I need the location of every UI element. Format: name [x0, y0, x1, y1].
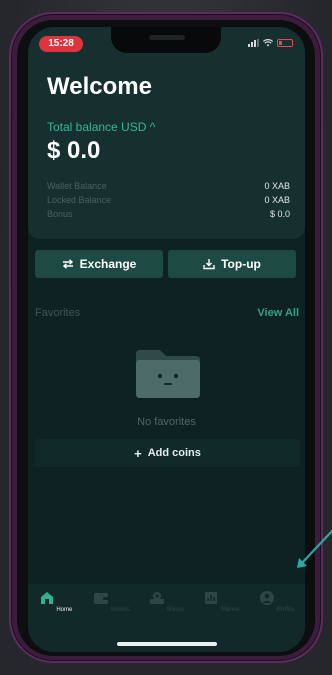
pointer-arrow-icon — [297, 529, 332, 568]
app-screen: Welcome Total balance USD ^ $ 0.0 Wallet… — [28, 27, 305, 652]
empty-folder-icon — [136, 350, 200, 398]
exchange-label: Exchange — [79, 257, 137, 271]
topup-button[interactable]: Top-up — [168, 250, 296, 278]
battery-icon — [277, 39, 293, 47]
add-coins-button[interactable]: + Add coins — [35, 439, 300, 467]
balance-label: Wallet Balance — [47, 181, 107, 191]
bonus-balance-row: Bonus $ 0.0 — [47, 209, 290, 219]
view-all-link[interactable]: View All — [257, 307, 299, 319]
balance-value: 0 XAB — [264, 181, 290, 191]
exchange-icon — [62, 259, 73, 269]
empty-favorites-text: No favorites — [137, 416, 196, 428]
tab-label: Market — [221, 607, 240, 613]
add-coins-label: Add coins — [147, 447, 201, 459]
status-icons — [248, 39, 293, 47]
balance-value: 0 XAB — [264, 195, 290, 205]
plus-icon: + — [134, 445, 142, 461]
home-indicator — [117, 642, 217, 646]
user-icon — [260, 591, 275, 605]
tab-market[interactable]: Market — [194, 591, 249, 613]
home-icon — [40, 592, 53, 604]
chart-icon — [205, 592, 218, 604]
speaker — [149, 35, 185, 40]
total-balance-toggle[interactable]: Total balance USD ^ — [47, 120, 155, 134]
signal-icon — [248, 39, 259, 47]
wifi-icon — [263, 39, 273, 47]
bonus-icon — [150, 592, 165, 604]
tab-profile[interactable]: Profile — [249, 591, 304, 613]
tab-bonus[interactable]: Bonus — [139, 591, 194, 613]
topup-label: Top-up — [221, 257, 261, 271]
tab-home[interactable]: Home — [28, 591, 83, 613]
favorites-heading: Favorites — [35, 307, 81, 319]
download-icon — [203, 259, 215, 270]
total-balance-value: $ 0.0 — [47, 137, 101, 164]
wallet-balance-row: Wallet Balance 0 XAB — [47, 181, 290, 191]
exchange-button[interactable]: Exchange — [35, 250, 163, 278]
tab-label: Wallets — [110, 607, 131, 613]
page-title: Welcome — [47, 73, 152, 100]
tab-wallets[interactable]: Wallets — [84, 591, 139, 613]
balance-value: $ 0.0 — [269, 209, 290, 219]
notch — [111, 27, 221, 53]
tab-label: Profile — [276, 607, 294, 613]
tab-label: Home — [56, 607, 73, 613]
wallet-icon — [93, 593, 108, 604]
locked-balance-row: Locked Balance 0 XAB — [47, 195, 290, 205]
tab-label: Bonus — [166, 607, 184, 613]
balance-header: Welcome Total balance USD ^ $ 0.0 Wallet… — [28, 27, 305, 239]
balance-label: Bonus — [47, 209, 73, 219]
balance-label: Locked Balance — [47, 195, 112, 205]
status-time: 15:28 — [39, 36, 83, 52]
